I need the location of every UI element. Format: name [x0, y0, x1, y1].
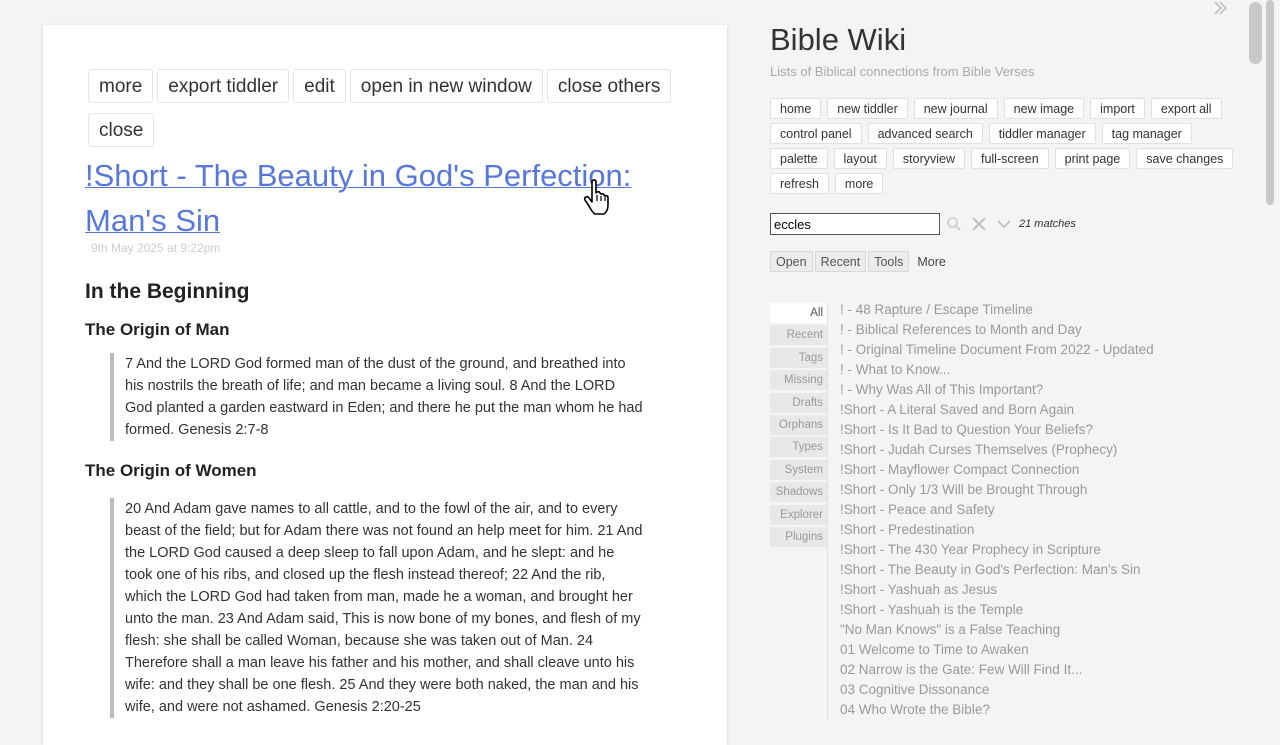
new-journal-button[interactable]: new journal [913, 98, 998, 119]
home-button[interactable]: home [770, 98, 822, 119]
heading-origin-of-man: The Origin of Man [85, 320, 230, 339]
storyview-button[interactable]: storyview [892, 148, 965, 169]
print-page-button[interactable]: print page [1054, 148, 1131, 169]
vtab-types[interactable]: Types [770, 437, 827, 458]
blockquote-genesis-2-7: 7 And the LORD God formed man of the dus… [110, 353, 645, 441]
more-vertical-tabs: All Recent Tags Missing Drafts Orphans T… [770, 303, 827, 549]
close-button[interactable]: close [88, 113, 155, 147]
list-item[interactable]: ! - What to Know... [840, 360, 1260, 380]
import-button[interactable]: import [1090, 98, 1145, 119]
refresh-button[interactable]: refresh [770, 173, 829, 194]
more-page-controls-button[interactable]: more [834, 173, 884, 194]
all-tiddlers-list: ! - 48 Rapture / Escape Timeline! - Bibl… [840, 300, 1260, 720]
advanced-search-button[interactable]: advanced search [867, 123, 983, 144]
tab-more[interactable]: More [911, 251, 952, 272]
vtab-missing[interactable]: Missing [770, 370, 827, 391]
layout-button[interactable]: layout [833, 148, 887, 169]
save-changes-button[interactable]: save changes [1136, 148, 1234, 169]
search-bar: 21 matches [770, 213, 1076, 235]
vtab-explorer[interactable]: Explorer [770, 504, 827, 525]
tiddler-toolbar: more export tiddler edit open in new win… [88, 69, 672, 103]
more-button[interactable]: more [88, 69, 154, 103]
site-title: Bible Wiki [770, 22, 907, 57]
tiddler-frame: more export tiddler edit open in new win… [43, 25, 727, 745]
page-scrollbar-thumb[interactable] [1266, 0, 1274, 205]
double-chevron-right-icon[interactable] [1212, 0, 1228, 16]
list-item[interactable]: ! - Biblical References to Month and Day [840, 320, 1260, 340]
tab-tools[interactable]: Tools [868, 251, 910, 272]
sidebar-tabs: Open Recent Tools More [770, 251, 952, 272]
list-item[interactable]: !Short - Predestination [840, 520, 1260, 540]
control-panel-button[interactable]: control panel [770, 123, 862, 144]
list-item[interactable]: !Short - Is It Bad to Question Your Beli… [840, 420, 1260, 440]
export-tiddler-button[interactable]: export tiddler [157, 69, 290, 103]
tag-manager-button[interactable]: tag manager [1101, 123, 1192, 144]
list-item[interactable]: !Short - Peace and Safety [840, 500, 1260, 520]
search-input[interactable] [770, 213, 940, 235]
vtab-all[interactable]: All [770, 303, 827, 323]
vtab-system[interactable]: System [770, 459, 827, 480]
list-item[interactable]: !Short - The Beauty in God's Perfection:… [840, 560, 1260, 580]
tab-recent[interactable]: Recent [814, 251, 867, 272]
scrollbar-thumb[interactable] [1249, 2, 1262, 64]
vtab-drafts[interactable]: Drafts [770, 392, 827, 413]
export-all-button[interactable]: export all [1150, 98, 1222, 119]
tiddler-body: In the Beginning The Origin of Man 7 And… [85, 277, 685, 718]
list-item[interactable]: 02 Narrow is the Gate: Few Will Find It.… [840, 660, 1260, 680]
list-item[interactable]: !Short - Mayflower Compact Connection [840, 460, 1260, 480]
search-match-count: 21 matches [1019, 218, 1076, 230]
tiddler-date: 9th May 2025 at 9:22pm [91, 241, 221, 255]
list-item[interactable]: ! - Original Timeline Document From 2022… [840, 340, 1260, 360]
list-item[interactable]: 03 Cognitive Dissonance [840, 680, 1260, 700]
list-item[interactable]: 04 Who Wrote the Bible? [840, 700, 1260, 720]
site-subtitle: Lists of Biblical connections from Bible… [770, 64, 1035, 79]
tiddler-toolbar-row2: close [88, 113, 155, 147]
tiddler-manager-button[interactable]: tiddler manager [988, 123, 1096, 144]
list-item[interactable]: 01 Welcome to Time to Awaken [840, 640, 1260, 660]
list-item[interactable]: !Short - Only 1/3 Will be Brought Throug… [840, 480, 1260, 500]
vtab-plugins[interactable]: Plugins [770, 526, 827, 547]
full-screen-button[interactable]: full-screen [970, 148, 1049, 169]
new-tiddler-button[interactable]: new tiddler [827, 98, 908, 119]
list-item[interactable]: !Short - The 430 Year Prophecy in Script… [840, 540, 1260, 560]
page-controls: home new tiddler new journal new image i… [770, 98, 1240, 194]
open-in-new-window-button[interactable]: open in new window [349, 69, 543, 103]
list-item[interactable]: !Short - Yashuah as Jesus [840, 580, 1260, 600]
list-item[interactable]: ! - Why Was All of This Important? [840, 380, 1260, 400]
chevron-down-icon[interactable] [993, 213, 1015, 235]
vtab-shadows[interactable]: Shadows [770, 482, 827, 503]
list-item[interactable]: !Short - Yashuah is the Temple [840, 600, 1260, 620]
vtab-orphans[interactable]: Orphans [770, 414, 827, 435]
list-item[interactable]: !Short - A Literal Saved and Born Again [840, 400, 1260, 420]
vtab-tags[interactable]: Tags [770, 347, 827, 368]
heading-origin-of-women: The Origin of Women [85, 461, 257, 480]
hand-cursor-icon [583, 179, 609, 215]
edit-button[interactable]: edit [293, 69, 346, 103]
list-item[interactable]: !Short - Judah Curses Themselves (Prophe… [840, 440, 1260, 460]
close-others-button[interactable]: close others [546, 69, 672, 103]
blockquote-genesis-2-20: 20 And Adam gave names to all cattle, an… [110, 498, 645, 718]
vtab-recent[interactable]: Recent [770, 325, 827, 346]
clear-search-icon[interactable] [968, 213, 990, 235]
sidebar: Bible Wiki Lists of Biblical connections… [770, 0, 1250, 720]
palette-button[interactable]: palette [770, 148, 828, 169]
list-item[interactable]: "No Man Knows" is a False Teaching [840, 620, 1260, 640]
scrollbar-track[interactable] [1248, 0, 1264, 720]
tab-open[interactable]: Open [770, 251, 813, 272]
new-image-button[interactable]: new image [1003, 98, 1085, 119]
list-item[interactable]: ! - 48 Rapture / Escape Timeline [840, 300, 1260, 320]
list-divider [827, 303, 828, 720]
search-icon[interactable] [943, 213, 965, 235]
heading-in-the-beginning: In the Beginning [85, 280, 250, 303]
